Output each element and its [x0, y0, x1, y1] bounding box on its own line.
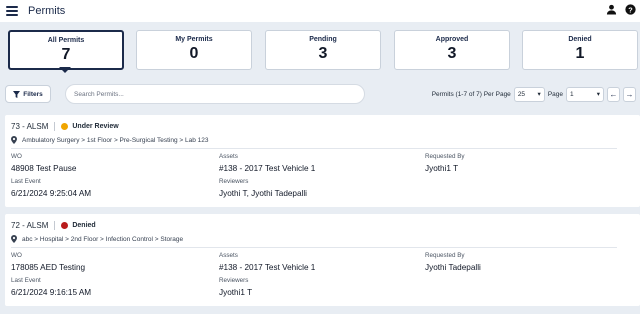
permit-location: Ambulatory Surgery > 1st Floor > Pre-Sur…	[22, 136, 209, 144]
per-page-value: 25	[517, 90, 526, 98]
reviewers-value: Jyothi1 T	[219, 288, 253, 297]
card-label: Pending	[309, 36, 337, 43]
filter-bar: Filters Search Permits... Permits (1-7 o…	[0, 82, 640, 106]
wo-label: WO	[11, 252, 22, 259]
filters-label: Filters	[23, 90, 43, 98]
card-count: 7	[61, 46, 71, 63]
card-count: 3	[447, 45, 457, 62]
summary-card-denied[interactable]: Denied 1	[522, 30, 638, 70]
last-event-value: 6/21/2024 9:25:04 AM	[11, 189, 92, 198]
summary-card-all-permits[interactable]: All Permits 7	[8, 30, 124, 70]
user-icon[interactable]	[606, 4, 617, 15]
assets-value: #138 - 2017 Test Vehicle 1	[219, 164, 316, 173]
reviewers-value: Jyothi T, Jyothi Tadepalli	[219, 189, 307, 198]
filters-button[interactable]: Filters	[5, 85, 51, 103]
filter-icon	[13, 90, 21, 98]
svg-text:?: ?	[628, 5, 633, 14]
card-label: Approved	[435, 36, 469, 43]
summary-card-approved[interactable]: Approved 3	[394, 30, 510, 70]
divider	[54, 122, 56, 131]
summary-card-my-permits[interactable]: My Permits 0	[136, 30, 252, 70]
summary-card-pending[interactable]: Pending 3	[265, 30, 381, 70]
summary-cards: All Permits 7 My Permits 0 Pending 3 App…	[0, 22, 640, 74]
active-card-pointer	[59, 67, 71, 73]
status-badge: Denied	[72, 222, 96, 229]
search-input[interactable]: Search Permits...	[65, 84, 365, 104]
card-count: 3	[318, 45, 328, 62]
wo-value: 48908 Test Pause	[11, 164, 77, 173]
card-count: 0	[189, 45, 199, 62]
permit-id: 72 - ALSM	[11, 221, 49, 230]
card-label: All Permits	[47, 37, 85, 44]
assets-label: Assets	[219, 252, 238, 259]
permit-id: 73 - ALSM	[11, 122, 49, 131]
status-badge: Under Review	[72, 123, 119, 130]
permit-location: abc > Hospital > 2nd Floor > Infection C…	[22, 235, 184, 243]
location-pin-icon	[11, 136, 17, 144]
page-value: 1	[570, 90, 574, 98]
card-label: Denied	[568, 36, 592, 43]
page-select[interactable]: 1 ▾	[566, 86, 604, 102]
chevron-down-icon: ▾	[596, 91, 600, 98]
pagination: Permits (1-7 of 7) Per Page 25 ▾ Page 1 …	[432, 85, 636, 103]
permit-card[interactable]: 73 - ALSM Under Review Ambulatory Surger…	[5, 115, 640, 207]
page-label: Page	[547, 90, 563, 98]
status-dot-icon	[61, 123, 69, 130]
requested-by-value: Jyothi1 T	[425, 164, 459, 173]
card-label: My Permits	[175, 36, 213, 43]
reviewers-label: Reviewers	[219, 277, 249, 284]
page-title: Permits	[28, 5, 66, 17]
next-page-button[interactable]: →	[623, 86, 636, 102]
hamburger-menu-icon[interactable]	[6, 6, 18, 16]
last-event-value: 6/21/2024 9:16:15 AM	[11, 288, 92, 297]
help-icon[interactable]: ?	[625, 4, 636, 15]
per-page-select[interactable]: 25 ▾	[513, 86, 545, 102]
card-count: 1	[575, 45, 585, 62]
previous-page-button[interactable]: ←	[607, 86, 620, 102]
reviewers-label: Reviewers	[219, 178, 249, 185]
top-bar: Permits ?	[0, 0, 640, 22]
assets-label: Assets	[219, 153, 238, 160]
chevron-down-icon: ▾	[537, 91, 541, 98]
permit-count-text: Permits (1-7 of 7) Per Page	[431, 90, 511, 98]
arrow-left-icon: ←	[609, 89, 618, 99]
location-pin-icon	[11, 235, 17, 243]
wo-value: 178085 AED Testing	[11, 263, 86, 272]
assets-value: #138 - 2017 Test Vehicle 1	[219, 263, 316, 272]
requested-by-value: Jyothi Tadepalli	[425, 263, 481, 272]
last-event-label: Last Event	[11, 277, 41, 284]
arrow-right-icon: →	[625, 89, 634, 99]
requested-by-label: Requested By	[425, 153, 465, 160]
divider	[54, 221, 56, 230]
last-event-label: Last Event	[11, 178, 41, 185]
status-dot-icon	[61, 222, 69, 229]
wo-label: WO	[11, 153, 22, 160]
permit-card[interactable]: 72 - ALSM Denied abc > Hospital > 2nd Fl…	[5, 214, 640, 306]
requested-by-label: Requested By	[425, 252, 465, 259]
